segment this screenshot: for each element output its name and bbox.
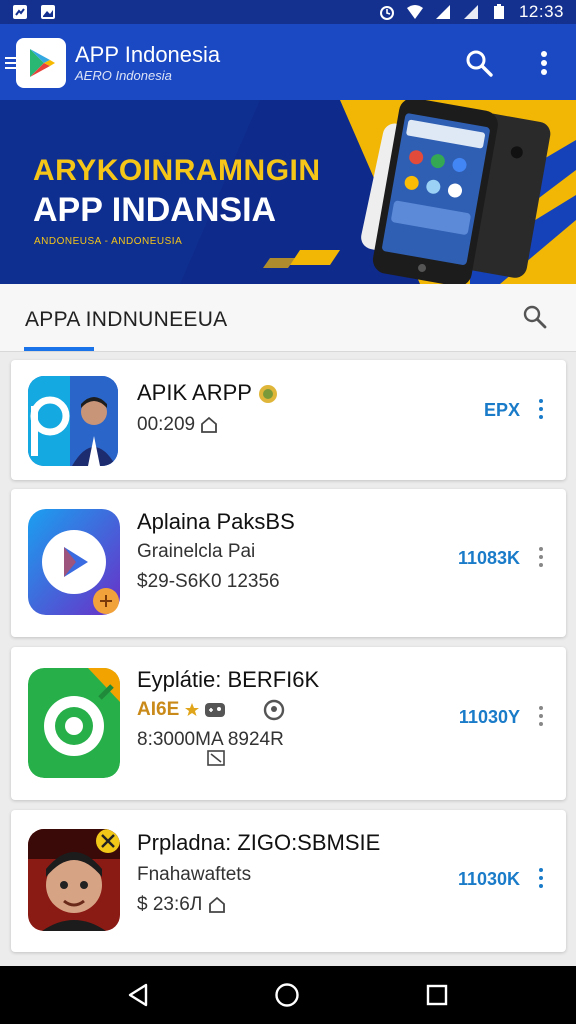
app-icon [28,668,120,778]
gamepad-icon [204,703,225,717]
app-meta: Grainelcla Pai [137,541,256,562]
expand-icon [207,750,225,766]
app-icon [28,376,118,466]
app-name: APIK ARPP [137,380,278,406]
app-size: 11030K [457,869,520,889]
app-meta: 00:209 [137,414,218,436]
wifi-icon [406,5,423,19]
app-meta: AI6E [137,699,285,721]
app-size: EPX [483,400,520,420]
app-title: APP Indonesia [75,42,221,67]
app-subtitle: AERO Indonesia [75,68,172,83]
app-meta: Fnahawaftets [137,864,252,885]
battery-icon [493,4,504,19]
location-icon [263,699,285,721]
more-vert-icon[interactable] [538,399,544,423]
search-icon[interactable] [522,304,548,330]
status-right: 12:33 [379,2,564,22]
lock-icon [208,896,225,913]
section-header: APPA INDNUNEEUA [0,284,576,352]
signal-icon [463,5,478,19]
image-icon [41,5,55,19]
navigation-bar [0,966,576,1024]
more-vert-icon[interactable] [532,50,556,76]
clock: 12:33 [518,2,564,21]
banner-headline: ARYKOINRAMNGIN [33,154,321,187]
banner-caption: ANDONEUSA - ANDONEUSIA [34,236,183,247]
app-price: 8:3000MA 8924R [137,729,284,750]
app-icon [28,509,120,615]
more-vert-icon[interactable] [538,547,544,571]
app-name: Eyplátie: BERFI6K [137,667,320,692]
app-meta-text: 00:209 [137,414,196,435]
lock-icon [201,416,218,433]
app-name-text: APIK ARPP [137,380,252,405]
app-price: $29-S6K0 12356 [137,571,280,592]
banner-title: APP INDANSIA [33,191,277,229]
more-vert-icon[interactable] [538,706,544,730]
app-card[interactable]: APIK ARPP 00:209 EPX [11,360,566,480]
recents-icon[interactable] [426,984,448,1006]
search-icon[interactable] [464,48,494,78]
app-size: 11030Y [458,707,520,727]
app-card[interactable]: Eyplátie: BERFI6K AI6E 8:3000MA 8924R 11… [11,647,566,800]
notification-icon [13,5,27,19]
back-icon[interactable] [126,982,150,1008]
play-store-logo [16,38,66,88]
app-price-text: $ 23:6Л [137,894,203,915]
app-title-block: APP Indonesia AERO Indonesia [75,42,220,84]
tab-apps[interactable]: APPA INDNUNEEUA [25,308,228,332]
status-bar: 12:33 [0,0,576,24]
app-icon [28,829,120,931]
app-name: Prpladna: ZIGO:SBMSIE [137,830,381,855]
app-card[interactable]: Prpladna: ZIGO:SBMSIE Fnahawaftets $ 23:… [11,810,566,952]
home-icon[interactable] [274,982,300,1008]
star-icon [184,703,199,716]
app-size: 11083K [457,548,520,568]
signal-icon [435,5,450,19]
app-bar: APP Indonesia AERO Indonesia [0,24,576,100]
app-name: Aplaina PaksBS [137,509,295,534]
app-meta-text: AI6E [137,699,180,721]
alarm-icon [379,6,394,20]
more-vert-icon[interactable] [538,868,544,892]
tab-indicator [24,347,94,351]
app-card[interactable]: Aplaina PaksBS Grainelcla Pai $29-S6K0 1… [11,489,566,637]
status-left [12,4,56,20]
app-price: $ 23:6Л [137,894,226,916]
verified-badge-icon [258,385,277,404]
